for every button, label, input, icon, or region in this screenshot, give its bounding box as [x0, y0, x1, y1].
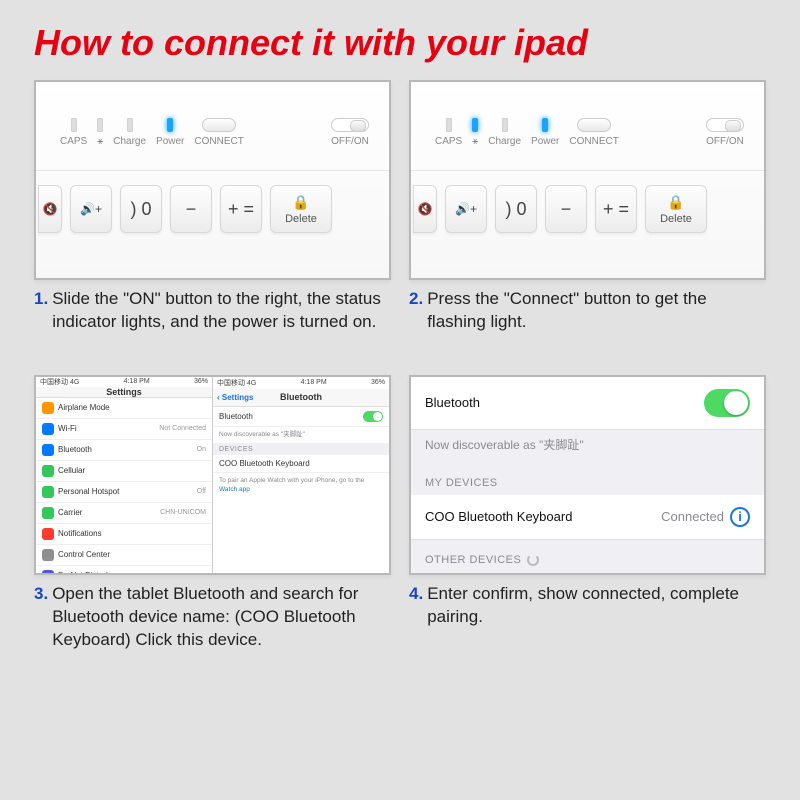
power-switch[interactable] [331, 118, 369, 132]
settings-row[interactable]: CarrierCHN-UNICOM [36, 503, 212, 524]
step-number: 4. [409, 583, 423, 629]
step-4-image: Bluetooth Now discoverable as "夹脚趾" MY D… [409, 375, 766, 575]
discoverable-text: Now discoverable as "夹脚趾" [411, 430, 764, 463]
step-1: CAPS ⚹ Charge Power CONNECT OFF/ON 🔇 🔊+ … [34, 80, 391, 357]
device-row[interactable]: COO Bluetooth Keyboard Connected i [411, 495, 764, 540]
row-icon [42, 465, 54, 477]
connect-button[interactable] [577, 118, 611, 132]
page-title: How to connect it with your ipad [34, 22, 766, 64]
settings-row[interactable]: Cellular [36, 461, 212, 482]
power-led-on [167, 118, 173, 132]
row-icon [42, 486, 54, 498]
step-1-image: CAPS ⚹ Charge Power CONNECT OFF/ON 🔇 🔊+ … [34, 80, 391, 280]
step-2-image: CAPS ⚹ Charge Power CONNECT OFF/ON 🔇 🔊+ … [409, 80, 766, 280]
key-mute[interactable]: 🔇 [38, 185, 62, 233]
settings-row[interactable]: BluetoothOn [36, 440, 212, 461]
bluetooth-toggle-row[interactable]: Bluetooth [411, 377, 764, 430]
connected-status: Connected [661, 509, 724, 524]
devices-label: DEVICES [213, 443, 389, 455]
row-icon [42, 402, 54, 414]
step-text: Open the tablet Bluetooth and search for… [52, 583, 391, 652]
label-power: Power [156, 136, 184, 147]
back-link[interactable]: ‹ Settings [217, 393, 253, 402]
watch-app-link[interactable]: Watch app [219, 486, 250, 493]
key-0[interactable]: ) 0 [120, 185, 162, 233]
step-text: Slide the "ON" button to the right, the … [52, 288, 391, 334]
my-devices-label: MY DEVICES [411, 463, 764, 495]
settings-row[interactable]: Airplane Mode [36, 398, 212, 419]
pair-hint: To pair an Apple Watch with your iPhone,… [213, 473, 389, 498]
row-icon [42, 507, 54, 519]
lock-icon: 🔒 [667, 194, 684, 211]
steps-grid: CAPS ⚹ Charge Power CONNECT OFF/ON 🔇 🔊+ … [34, 80, 766, 652]
info-icon[interactable]: i [730, 507, 750, 527]
connect-button[interactable] [202, 118, 236, 132]
pair-hint: To pair an Apple Watch with your iPhone,… [411, 572, 764, 575]
settings-title: Settings [106, 387, 142, 397]
phone-bluetooth: 中国移动 4G 4:18 PM 36% ‹ Settings Bluetooth… [213, 377, 389, 573]
bt-led-on [472, 118, 478, 132]
power-switch[interactable] [706, 118, 744, 132]
discoverable-text: Now discoverable as "夹脚趾" [213, 427, 389, 443]
step-text: Enter confirm, show connected, complete … [427, 583, 766, 629]
key-minus[interactable]: − [170, 185, 212, 233]
label-offon: OFF/ON [331, 136, 369, 147]
step-text: Press the "Connect" button to get the fl… [427, 288, 766, 334]
step-3-image: 中国移动 4G 4:18 PM 36% Settings Airplane Mo… [34, 375, 391, 575]
lock-icon: 🔒 [292, 194, 309, 211]
row-icon [42, 423, 54, 435]
label-caps: CAPS [60, 136, 87, 147]
row-icon [42, 528, 54, 540]
label-charge: Charge [113, 136, 146, 147]
spinner-icon [527, 554, 539, 566]
step-2: CAPS ⚹ Charge Power CONNECT OFF/ON 🔇 🔊+ … [409, 80, 766, 357]
step-3: 中国移动 4G 4:18 PM 36% Settings Airplane Mo… [34, 375, 391, 652]
bluetooth-title: Bluetooth [280, 392, 322, 402]
label-bt: ⚹ [97, 136, 103, 147]
toggle-icon[interactable] [704, 389, 750, 417]
toggle-icon[interactable] [363, 411, 383, 422]
label-connect: CONNECT [194, 136, 243, 147]
row-icon [42, 549, 54, 561]
settings-row[interactable]: Wi-FiNot Connected [36, 419, 212, 440]
key-volup[interactable]: 🔊+ [70, 185, 112, 233]
row-icon [42, 570, 54, 575]
settings-row[interactable]: Control Center [36, 545, 212, 566]
row-icon [42, 444, 54, 456]
phone-settings: 中国移动 4G 4:18 PM 36% Settings Airplane Mo… [36, 377, 213, 573]
settings-row[interactable]: Personal HotspotOff [36, 482, 212, 503]
step-4: Bluetooth Now discoverable as "夹脚趾" MY D… [409, 375, 766, 652]
step-number: 1. [34, 288, 48, 334]
settings-row[interactable]: Notifications [36, 524, 212, 545]
bluetooth-toggle-row[interactable]: Bluetooth [213, 407, 389, 427]
key-plus[interactable]: + = [220, 185, 262, 233]
settings-row[interactable]: Do Not Disturb [36, 566, 212, 575]
other-devices-label: OTHER DEVICES [411, 540, 764, 572]
device-row[interactable]: COO Bluetooth Keyboard [213, 455, 389, 473]
key-delete[interactable]: 🔒Delete [270, 185, 332, 233]
step-number: 3. [34, 583, 48, 652]
step-number: 2. [409, 288, 423, 334]
